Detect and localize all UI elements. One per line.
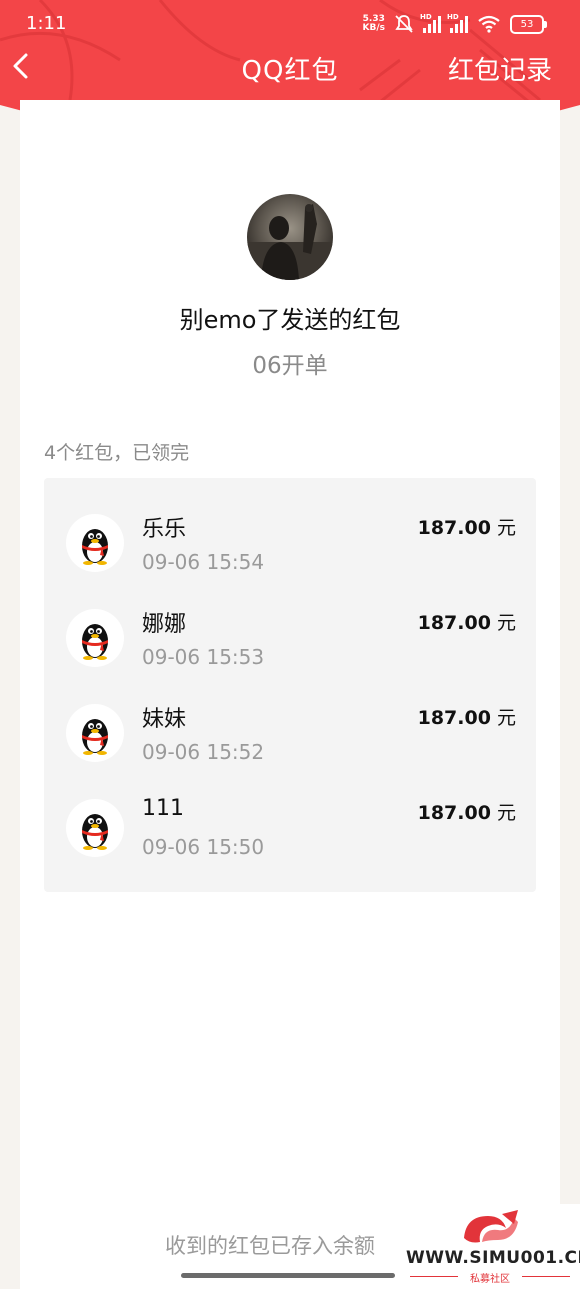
watermark-url: WWW.SIMU001.CN [406, 1248, 580, 1268]
claimer-name: 娜娜 [142, 612, 187, 637]
claim-amount: 187.00 元 [417, 612, 516, 634]
claim-time: 09-06 15:52 [142, 740, 265, 764]
claim-amount: 187.00 元 [417, 802, 516, 824]
status-time: 1:11 [26, 13, 67, 34]
status-bar: 1:11 5.33 KB/s HD HD 53 [0, 0, 580, 48]
watermark-subtitle: 私募社区 [470, 1274, 510, 1285]
list-item[interactable]: 111 09-06 15:50 187.00 元 [44, 763, 536, 859]
qq-penguin-avatar-icon [66, 704, 124, 762]
list-item[interactable]: 妹妹 09-06 15:52 187.00 元 [44, 668, 536, 764]
claimer-name: 乐乐 [142, 517, 187, 542]
claim-list: 乐乐 09-06 15:54 187.00 元 娜娜 09-06 15:53 1… [44, 478, 536, 892]
claim-time: 09-06 15:54 [142, 550, 265, 574]
list-item[interactable]: 娜娜 09-06 15:53 187.00 元 [44, 573, 536, 669]
claim-time: 09-06 15:50 [142, 835, 265, 859]
signal-icon: HD [420, 13, 441, 33]
packet-summary: 4个红包，已领完 [44, 442, 190, 464]
list-item[interactable]: 乐乐 09-06 15:54 187.00 元 [44, 478, 536, 574]
battery-icon: 53 [510, 14, 547, 34]
red-packet-record-link[interactable]: 红包记录 [448, 50, 552, 87]
qq-penguin-avatar-icon [66, 799, 124, 857]
claimer-name: 111 [142, 796, 184, 821]
network-speed: 5.33 KB/s [362, 14, 385, 33]
claimer-name: 妹妹 [142, 707, 187, 732]
watermark-logo [464, 1210, 518, 1243]
watermark: WWW.SIMU001.CN 私募社区 [400, 1204, 580, 1289]
qq-penguin-avatar-icon [66, 609, 124, 667]
claim-amount: 187.00 元 [417, 707, 516, 729]
balance-note: 收到的红包已存入余额 [165, 1234, 375, 1258]
claim-time: 09-06 15:53 [142, 645, 265, 669]
sender-avatar[interactable] [247, 194, 333, 280]
wifi-icon [478, 15, 500, 33]
watermark-divider [522, 1276, 570, 1277]
claim-amount: 187.00 元 [417, 517, 516, 539]
qq-penguin-avatar-icon [66, 514, 124, 572]
signal-icon: HD [447, 13, 468, 33]
sender-name: 别emo了发送的红包 [179, 306, 401, 334]
nav-bar: QQ红包 红包记录 [0, 44, 580, 88]
greeting-message: 06开单 [252, 353, 328, 379]
status-icons: 5.33 KB/s HD HD 53 [362, 12, 547, 36]
red-packet-detail-page: 1:11 5.33 KB/s HD HD 53 QQ红包 红包记录 别emo了发… [0, 0, 580, 1289]
mute-icon [395, 15, 413, 33]
home-indicator[interactable] [181, 1273, 395, 1278]
